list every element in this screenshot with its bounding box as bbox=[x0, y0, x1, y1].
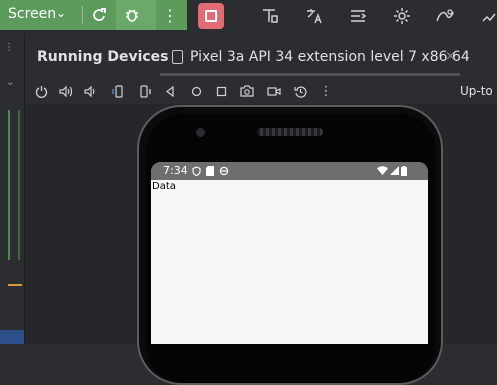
screen-record-icon[interactable] bbox=[266, 83, 282, 99]
data-saver-icon bbox=[219, 165, 229, 176]
volume-up-icon[interactable] bbox=[58, 83, 74, 99]
stop-icon bbox=[205, 10, 217, 22]
gutter-chevron-icon[interactable]: ⌄ bbox=[6, 77, 14, 88]
home-icon[interactable] bbox=[188, 83, 204, 99]
rotate-left-icon[interactable] bbox=[110, 83, 126, 99]
change-marker bbox=[8, 110, 10, 260]
device-tab-label[interactable]: Pixel 3a API 34 extension level 7 x86 64 bbox=[190, 49, 470, 65]
battery-icon bbox=[400, 165, 407, 176]
power-icon[interactable] bbox=[33, 83, 49, 99]
toolbar-separator bbox=[82, 6, 83, 24]
status-label: Up-to bbox=[460, 84, 493, 98]
device-screen[interactable] bbox=[151, 162, 428, 344]
back-icon[interactable] bbox=[162, 83, 178, 99]
app-content-text: Data bbox=[152, 181, 176, 192]
layout-inspector-icon[interactable] bbox=[258, 5, 282, 27]
volume-down-icon[interactable] bbox=[82, 83, 98, 99]
signal-icon bbox=[389, 165, 399, 176]
more-options-icon[interactable]: ⋮ bbox=[318, 83, 334, 99]
screenshot-icon[interactable] bbox=[239, 83, 255, 99]
tab-active-indicator bbox=[160, 73, 460, 76]
debug-button[interactable] bbox=[120, 4, 144, 26]
front-camera bbox=[196, 128, 205, 137]
rotate-right-icon[interactable] bbox=[136, 83, 152, 99]
run-config-label[interactable]: Screen bbox=[8, 6, 56, 22]
more-actions-button[interactable]: ⋮ bbox=[158, 4, 182, 26]
overview-icon[interactable] bbox=[213, 83, 229, 99]
close-icon[interactable]: × bbox=[445, 49, 456, 64]
bug-icon bbox=[126, 9, 138, 22]
device-icon bbox=[172, 50, 183, 64]
more-tools-icon[interactable] bbox=[477, 5, 497, 27]
translate-icon[interactable] bbox=[302, 5, 326, 27]
logcat-icon[interactable] bbox=[346, 5, 370, 27]
panel-title: Running Devices bbox=[37, 49, 169, 65]
selection-marker bbox=[0, 330, 24, 344]
earpiece-speaker bbox=[257, 128, 323, 136]
warning-marker bbox=[8, 284, 22, 286]
rerun-icon bbox=[93, 8, 106, 21]
gear-icon[interactable] bbox=[390, 5, 414, 27]
sd-card-icon bbox=[205, 165, 215, 176]
profiler-icon[interactable] bbox=[433, 5, 457, 27]
shield-icon bbox=[191, 165, 201, 176]
status-time: 7:34 bbox=[163, 164, 188, 177]
rerun-button[interactable] bbox=[87, 4, 111, 26]
change-marker-2 bbox=[18, 110, 20, 260]
gutter-dots-icon[interactable]: ⋮ bbox=[4, 42, 14, 56]
wifi-icon bbox=[377, 165, 388, 176]
chevron-down-icon[interactable]: ⌄ bbox=[56, 6, 66, 20]
snapshot-icon[interactable] bbox=[292, 83, 308, 99]
